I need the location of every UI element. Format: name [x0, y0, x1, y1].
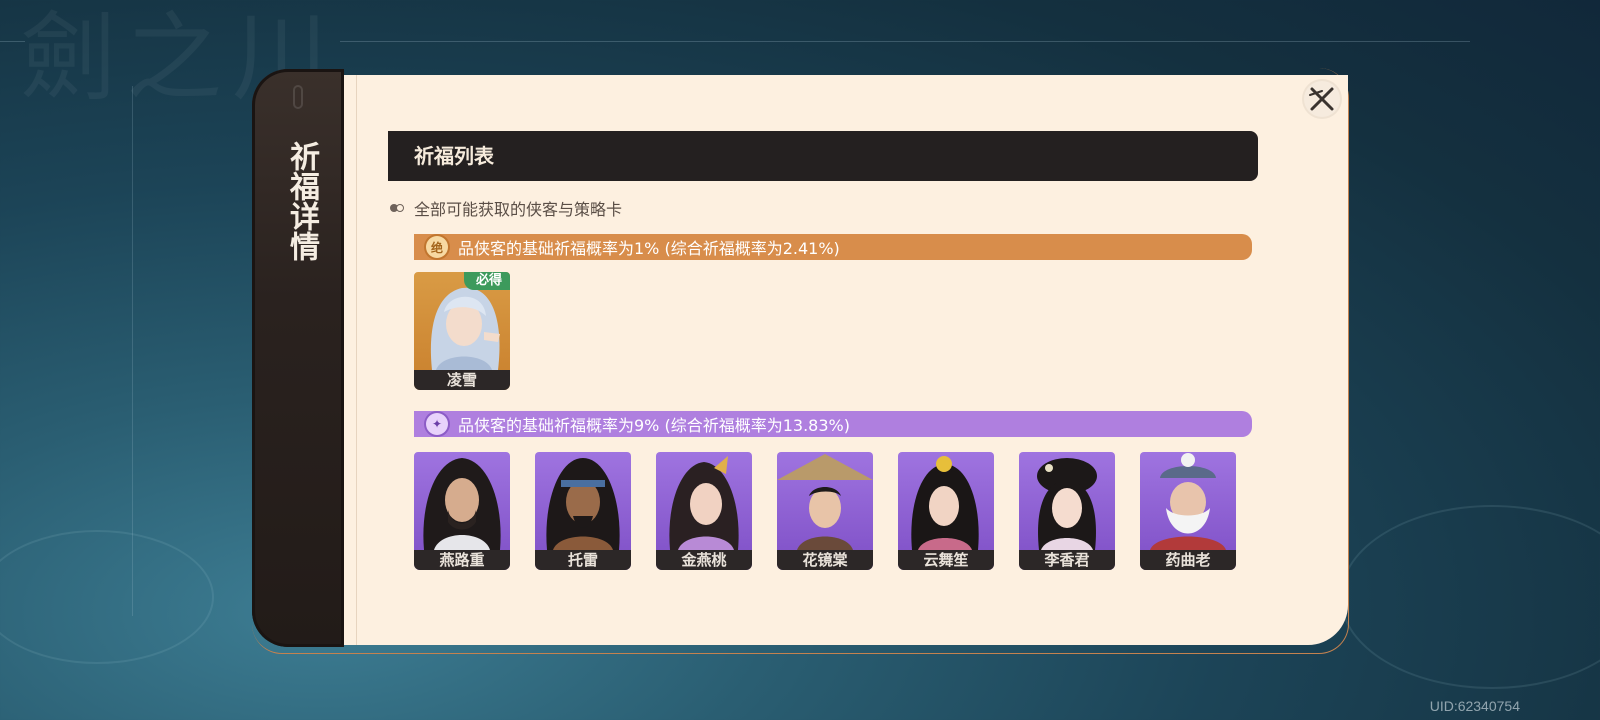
epic-tier-icon: ✦ [426, 413, 448, 435]
hero-card[interactable]: 金燕桃 [656, 452, 752, 570]
dialog-sidebar: 祈福详情 [252, 69, 344, 647]
hero-card[interactable]: 燕路重 [414, 452, 510, 570]
hero-name: 李香君 [1019, 550, 1115, 570]
close-button[interactable] [1304, 81, 1340, 117]
hero-portrait [777, 454, 873, 550]
hero-name: 药曲老 [1140, 550, 1236, 570]
tier-label: 品侠客的基础祈福概率为1% (综合祈福概率为2.41%) [458, 239, 840, 258]
hero-name: 金燕桃 [656, 550, 752, 570]
legendary-tier-icon: 绝 [426, 236, 448, 258]
guaranteed-badge: 必得 [463, 272, 510, 290]
hero-portrait [423, 458, 501, 550]
hero-name: 云舞笙 [898, 550, 994, 570]
hero-portrait [1037, 458, 1097, 550]
hero-portrait [911, 456, 979, 550]
close-x-icon [1309, 87, 1334, 111]
tier-bar-purple: ✦ 品侠客的基础祈福概率为9% (综合祈福概率为13.83%) [414, 411, 1252, 437]
hero-card[interactable]: 李香君 [1019, 452, 1115, 570]
content-panel: 祈福列表 全部可能获取的侠客与策略卡 绝 品侠客的基础祈福概率为1% (综合祈福… [344, 75, 1348, 645]
hero-card[interactable]: 花镜棠 [777, 452, 873, 570]
hero-name: 花镜棠 [777, 550, 873, 570]
bg-line [340, 41, 1470, 42]
bg-line [0, 41, 25, 42]
hero-card[interactable]: 托雷 [535, 452, 631, 570]
subtitle: 全部可能获取的侠客与策略卡 [390, 197, 622, 219]
bg-ellipse [0, 530, 214, 664]
sidebar-title: 祈福详情 [284, 141, 319, 261]
user-id-label: UID:62340754 [1429, 698, 1520, 714]
hero-card[interactable]: 药曲老 [1140, 452, 1236, 570]
blessing-details-dialog: 祈福详情 祈福列表 全部可能获取的侠客与策略卡 绝 品侠客的基础祈福概率为1% … [252, 69, 1348, 647]
section-header: 祈福列表 [388, 131, 1258, 181]
sidebar-ornament [293, 85, 303, 109]
hero-portrait [669, 456, 739, 550]
hero-name: 燕路重 [414, 550, 510, 570]
hero-card[interactable]: 必得 凌雪 [414, 272, 510, 390]
bullet-icon [390, 203, 406, 213]
hero-portrait [1150, 453, 1226, 550]
subtitle-text: 全部可能获取的侠客与策略卡 [414, 200, 623, 219]
panel-divider [356, 75, 357, 645]
hero-name: 托雷 [535, 550, 631, 570]
bg-ellipse [1340, 505, 1600, 689]
tier-bar-gold: 绝 品侠客的基础祈福概率为1% (综合祈福概率为2.41%) [414, 234, 1252, 260]
tier-label: 品侠客的基础祈福概率为9% (综合祈福概率为13.83%) [458, 416, 850, 435]
hero-portrait [546, 458, 620, 550]
hero-card[interactable]: 云舞笙 [898, 452, 994, 570]
hero-name: 凌雪 [414, 370, 510, 390]
